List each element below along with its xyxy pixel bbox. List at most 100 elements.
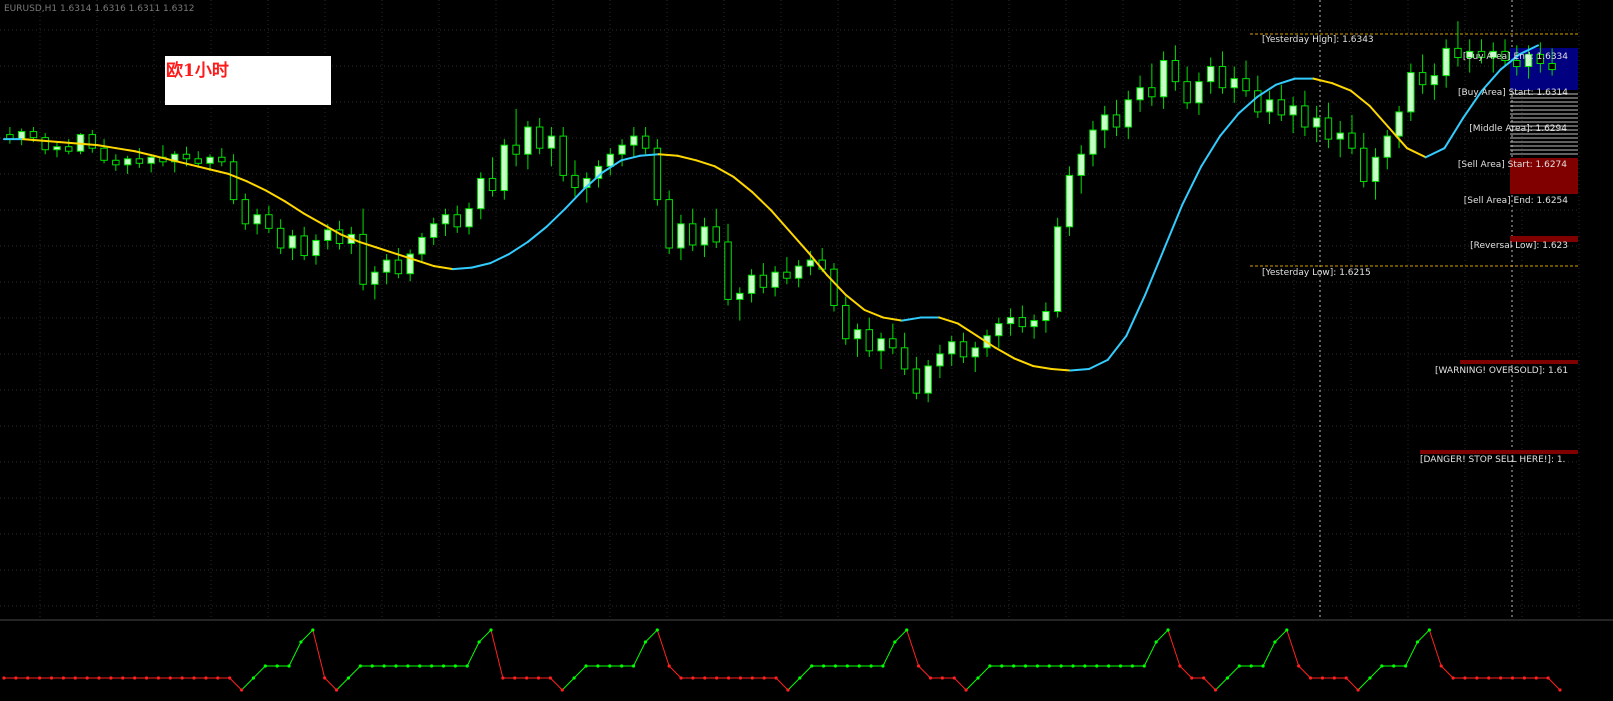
oscillator-point	[97, 676, 101, 680]
candle-body	[194, 158, 202, 164]
oscillator-point	[916, 664, 921, 668]
oscillator-point	[1071, 664, 1075, 668]
candle-body	[630, 135, 638, 146]
oscillator-segment	[645, 629, 658, 643]
oscillator-point	[49, 676, 54, 680]
oscillator-point	[156, 676, 161, 680]
oscillator-segment	[300, 629, 314, 643]
oscillator-point	[1487, 676, 1491, 680]
oscillator-point	[1344, 676, 1348, 680]
oscillator-point	[204, 676, 208, 680]
candle-body	[900, 347, 909, 370]
oscillator-point	[1510, 676, 1515, 680]
candle-body	[1242, 78, 1250, 92]
oscillator-segment	[241, 677, 254, 691]
candle-body	[123, 158, 132, 166]
note-label-box: 欧1小时	[165, 56, 331, 105]
ma-segment	[1331, 82, 1352, 92]
candle-body	[1348, 132, 1356, 149]
oscillator-point	[572, 676, 576, 680]
oscillator-segment	[490, 629, 504, 679]
ma-segment	[1144, 248, 1165, 296]
oscillator-segment	[882, 641, 896, 667]
oscillator-point	[1273, 640, 1277, 644]
oscillator-segment	[1345, 677, 1359, 691]
candle-body	[1124, 99, 1133, 128]
candle-body	[1430, 75, 1439, 86]
oscillator-point	[1107, 664, 1111, 668]
candle-body	[1195, 81, 1203, 104]
ma-segment	[264, 189, 286, 203]
ma-segment	[283, 200, 305, 215]
oscillator-point	[1285, 628, 1289, 632]
candle-body	[947, 341, 956, 355]
candle-body	[1277, 99, 1286, 116]
candle-body	[241, 199, 250, 225]
oscillator-segment	[550, 677, 563, 691]
oscillator-point	[750, 676, 754, 680]
ma-segment	[751, 191, 772, 212]
candle-body	[265, 214, 273, 229]
candle-body	[1548, 63, 1556, 71]
candle-body	[1442, 47, 1450, 77]
ma-segment	[957, 322, 978, 337]
candle-body	[1030, 320, 1038, 328]
oscillator-point	[180, 676, 184, 680]
candle-body	[1159, 59, 1168, 98]
oscillator-segment	[668, 665, 682, 679]
oscillator-point	[655, 628, 659, 632]
candle-body	[1301, 105, 1309, 128]
oscillator-segment	[324, 677, 337, 691]
oscillator-segment	[1143, 641, 1157, 667]
oscillator-point	[1368, 676, 1372, 680]
oscillator-point	[620, 664, 624, 668]
candle-body	[300, 235, 308, 257]
ma-segment	[451, 266, 473, 271]
level-label-buy-area-end: [Buy Area] End: 1.6334	[1463, 52, 1568, 62]
candle-body	[65, 146, 73, 152]
oscillator-point	[726, 676, 731, 680]
oscillator-point	[1392, 664, 1396, 668]
ma-segment	[1088, 358, 1109, 370]
oscillator-point	[453, 664, 457, 668]
oscillator-point	[679, 676, 683, 680]
candle-body	[1336, 132, 1344, 140]
candle-body	[559, 135, 567, 176]
oscillator-segment	[799, 665, 813, 679]
oscillator-segment	[1369, 665, 1383, 679]
candle-body	[1077, 153, 1085, 176]
oscillator-point	[905, 628, 909, 632]
oscillator-point	[109, 676, 113, 680]
oscillator-point	[251, 676, 256, 680]
oscillator-point	[382, 664, 386, 668]
candle-body	[312, 239, 320, 257]
level-label-middle-area: [Middle Area]: 1.6294	[1469, 124, 1567, 134]
oscillator-point	[964, 688, 968, 692]
ma-segment	[770, 209, 791, 233]
oscillator-segment	[1227, 665, 1240, 679]
ma-segment	[1106, 334, 1128, 361]
oscillator-point	[1166, 628, 1170, 632]
candle-body	[665, 199, 673, 249]
oscillator-point	[1499, 676, 1503, 680]
oscillator-point	[715, 676, 719, 680]
ma-segment	[1424, 147, 1446, 159]
oscillator-point	[786, 688, 790, 692]
oscillator-point	[406, 664, 410, 668]
oscillator-segment	[906, 629, 920, 667]
ma-segment	[1050, 367, 1072, 372]
candle-body	[924, 365, 932, 394]
ma-segment	[208, 168, 230, 175]
oscillator-point	[323, 676, 327, 680]
candle-body	[1265, 99, 1274, 113]
oscillator-segment	[336, 677, 349, 691]
candle-body	[218, 156, 226, 163]
candle-body	[100, 147, 108, 161]
candle-body	[1230, 78, 1238, 89]
ma-segment	[863, 309, 885, 319]
candle-body	[571, 174, 579, 189]
oscillator-segment	[1155, 629, 1169, 643]
oscillator-point	[346, 676, 351, 680]
candle-body	[759, 274, 768, 288]
candle-body	[1006, 317, 1015, 325]
